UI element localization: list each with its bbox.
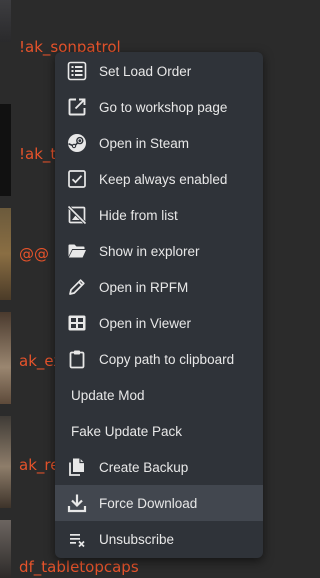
menu-item-label: Show in explorer [99,243,200,259]
menu-item-label: Go to workshop page [99,99,228,115]
menu-item-fake-update-pack[interactable]: Fake Update Pack [55,413,263,449]
clear-list-icon [55,521,99,557]
menu-item-label: Set Load Order [99,63,192,79]
menu-item-label: Open in Viewer [99,315,192,331]
download-icon [55,485,99,521]
mod-name[interactable]: @@ [19,245,49,263]
menu-item-label: Open in RPFM [99,279,189,295]
menu-item-label: Create Backup [99,459,189,475]
menu-item-unsubscribe[interactable]: Unsubscribe [55,521,263,557]
mod-name[interactable]: !ak_t [19,145,56,163]
menu-item-open-in-rpfm[interactable]: Open in RPFM [55,269,263,305]
folder-open-icon [55,233,99,269]
mod-thumbnail [0,520,11,578]
menu-item-update-mod[interactable]: Update Mod [55,377,263,413]
menu-item-label: Hide from list [99,207,178,223]
mod-thumbnail [0,416,11,508]
steam-icon [55,125,99,161]
copy-files-icon [55,449,99,485]
table-view-icon [55,305,99,341]
mod-thumbnail [0,0,11,42]
mod-name[interactable]: df_tabletopcaps [19,558,139,576]
context-menu: Set Load Order Go to workshop page Open … [55,52,263,558]
menu-item-label: Unsubscribe [99,531,175,547]
menu-item-hide-from-list[interactable]: Hide from list [55,197,263,233]
menu-item-label: Fake Update Pack [71,423,183,439]
clipboard-icon [55,341,99,377]
mod-thumbnail [0,104,11,196]
list-order-icon [55,53,99,89]
mod-thumbnails [0,0,11,578]
menu-item-keep-always-enabled[interactable]: Keep always enabled [55,161,263,197]
menu-item-label: Update Mod [71,387,145,403]
menu-item-set-load-order[interactable]: Set Load Order [55,53,263,89]
menu-item-label: Force Download [99,495,198,511]
menu-item-show-in-explorer[interactable]: Show in explorer [55,233,263,269]
menu-item-label: Keep always enabled [99,171,228,187]
menu-item-label: Copy path to clipboard [99,351,235,367]
menu-item-force-download[interactable]: Force Download [55,485,263,521]
checkbox-checked-icon [55,161,99,197]
mod-thumbnail [0,312,11,404]
external-link-icon [55,89,99,125]
menu-item-open-in-viewer[interactable]: Open in Viewer [55,305,263,341]
hide-image-icon [55,197,99,233]
menu-item-go-to-workshop-page[interactable]: Go to workshop page [55,89,263,125]
menu-item-create-backup[interactable]: Create Backup [55,449,263,485]
mod-thumbnail [0,208,11,300]
pencil-icon [55,269,99,305]
mod-name[interactable]: ak_re [19,456,59,474]
menu-item-copy-path-to-clipboard[interactable]: Copy path to clipboard [55,341,263,377]
menu-item-label: Open in Steam [99,135,190,151]
menu-item-open-in-steam[interactable]: Open in Steam [55,125,263,161]
